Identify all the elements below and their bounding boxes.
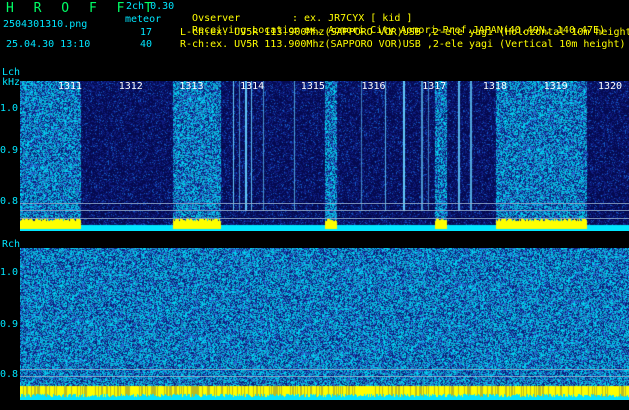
- meteor-count-l: 17: [140, 27, 153, 38]
- minute-label-1320: 1320: [598, 81, 623, 92]
- filename-label: 2504301310.png: [3, 19, 88, 30]
- rch-spectrogram: [20, 248, 629, 400]
- lch-info-line: L-ch:ex. UV5R 113.900Mhz(SAPPORO VOR)USB…: [180, 27, 629, 38]
- minute-label-1315: 1315: [300, 81, 325, 92]
- minute-label-1317: 1317: [422, 81, 447, 92]
- rch-gridline-a: [20, 369, 629, 370]
- timestamp-label: 25.04.30 13:10: [6, 39, 91, 50]
- rch-gridline-b: [20, 376, 629, 377]
- lch-unit: kHz: [2, 77, 21, 88]
- rch-tick-1: 1.0: [0, 267, 19, 278]
- minute-label-1313: 1313: [179, 81, 204, 92]
- minute-label-1311: 1311: [58, 81, 83, 92]
- minute-label-1312: 1312: [118, 81, 143, 92]
- lch-tick-2: 0.9: [0, 145, 19, 156]
- rch-tick-2: 0.9: [0, 319, 19, 330]
- lch-spectrogram: [20, 81, 629, 231]
- minute-label-1319: 1319: [543, 81, 568, 92]
- observer-value: : ex. JR7CYX [ kid ]: [292, 13, 413, 24]
- lch-gridline-b: [20, 210, 629, 211]
- rch-tick-3: 0.8: [0, 369, 19, 380]
- rch-label: Rch: [2, 239, 21, 250]
- lch-gridline-c: [20, 218, 629, 219]
- meteor-count-r: 40: [140, 39, 153, 50]
- minute-label-1316: 1316: [361, 81, 386, 92]
- lch-tick-1: 1.0: [0, 103, 19, 114]
- lch-gridline-a: [20, 203, 629, 204]
- meteor-label: meteor: [125, 14, 162, 25]
- minute-label-1318: 1318: [482, 81, 507, 92]
- lch-tick-3: 0.8: [0, 196, 19, 207]
- mode-label: 2ch 0.30: [126, 1, 175, 12]
- minute-label-1314: 1314: [240, 81, 265, 92]
- rch-info-line: R-ch:ex. UV5R 113.900Mhz(SAPPORO VOR)USB…: [180, 39, 626, 50]
